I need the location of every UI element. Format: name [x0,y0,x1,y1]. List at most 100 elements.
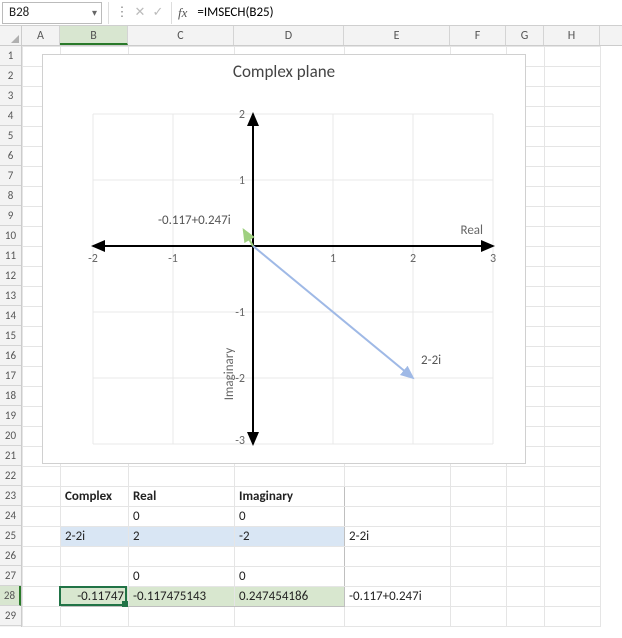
cell[interactable] [451,487,507,507]
col-header-H[interactable]: H [544,26,600,45]
cell[interactable] [129,607,235,627]
cell[interactable] [507,507,545,527]
cell[interactable] [507,467,545,487]
cell[interactable] [23,507,61,527]
row-header[interactable]: 11 [0,246,21,266]
row-header[interactable]: 21 [0,446,21,466]
row-header[interactable]: 2 [0,66,21,86]
row-header[interactable]: 6 [0,146,21,166]
row-header[interactable]: 9 [0,206,21,226]
cell[interactable] [61,467,129,487]
row-header[interactable]: 13 [0,286,21,306]
row-header[interactable]: 14 [0,306,21,326]
cell[interactable] [451,567,507,587]
cell[interactable] [61,547,129,567]
fx-icon[interactable]: fx [172,5,193,21]
cell[interactable] [545,387,601,407]
cell[interactable] [451,547,507,567]
cell[interactable] [545,227,601,247]
cell[interactable] [23,527,61,547]
row-header[interactable]: 29 [0,606,21,626]
row-header[interactable]: 20 [0,426,21,446]
cancel-icon[interactable]: ✕ [133,5,147,20]
row-header[interactable]: 12 [0,266,21,286]
col-header-F[interactable]: F [450,26,506,45]
select-all-triangle[interactable] [0,26,22,45]
cells-area[interactable]: ComplexRealImaginary002-2i2-22-2i00-0.11… [22,46,622,627]
cell[interactable] [345,567,451,587]
cell[interactable] [507,527,545,547]
cell[interactable] [345,547,451,567]
cell[interactable] [545,67,601,87]
chart-complex-plane[interactable]: Complex plane [42,54,526,464]
cell[interactable] [545,547,601,567]
more-icon[interactable]: ⋮ [115,5,129,20]
cell[interactable] [23,487,61,507]
col-header-G[interactable]: G [506,26,544,45]
cell[interactable] [507,487,545,507]
cell[interactable] [235,467,345,487]
cell[interactable]: 2 [129,527,235,547]
cell[interactable] [129,467,235,487]
cell[interactable]: 0 [129,507,235,527]
cell[interactable] [545,407,601,427]
row-header[interactable]: 16 [0,346,21,366]
cell[interactable] [545,167,601,187]
cell[interactable] [345,607,451,627]
cell[interactable] [23,547,61,567]
cell[interactable] [545,267,601,287]
cell[interactable]: -0.117475143 [129,587,235,607]
cell[interactable] [545,527,601,547]
cell[interactable]: -0.117+0.247i [345,587,451,607]
cell[interactable] [451,587,507,607]
cell[interactable] [61,607,129,627]
cell[interactable] [545,447,601,467]
row-header[interactable]: 27 [0,566,21,586]
cell[interactable]: 0 [129,567,235,587]
col-header-D[interactable]: D [234,26,344,45]
cell[interactable] [129,547,235,567]
cell[interactable] [545,307,601,327]
cell[interactable] [545,467,601,487]
cell[interactable]: Complex [61,487,129,507]
row-header[interactable]: 3 [0,86,21,106]
col-header-E[interactable]: E [344,26,450,45]
row-header[interactable]: 18 [0,386,21,406]
cell[interactable] [507,547,545,567]
row-header[interactable]: 26 [0,546,21,566]
row-header[interactable]: 8 [0,186,21,206]
cell[interactable] [545,607,601,627]
cell[interactable] [451,527,507,547]
cell[interactable] [545,507,601,527]
row-header[interactable]: 19 [0,406,21,426]
cell[interactable] [451,507,507,527]
cell[interactable]: Imaginary [235,487,345,507]
cell[interactable]: -2 [235,527,345,547]
row-header[interactable]: 5 [0,126,21,146]
cell[interactable] [545,287,601,307]
name-box[interactable]: B28 ▾ [2,2,102,24]
col-header-A[interactable]: A [22,26,60,45]
col-header-B[interactable]: B [60,26,128,45]
cell[interactable] [545,567,601,587]
cell[interactable] [545,147,601,167]
cell[interactable] [545,487,601,507]
cell[interactable] [545,327,601,347]
cell[interactable] [61,567,129,587]
chevron-down-icon[interactable]: ▾ [92,6,97,19]
cell[interactable] [507,607,545,627]
cell[interactable] [545,347,601,367]
row-header[interactable]: 1 [0,46,21,66]
cell[interactable] [61,507,129,527]
cell[interactable] [545,247,601,267]
cell[interactable] [507,587,545,607]
cell[interactable]: Real [129,487,235,507]
row-header[interactable]: 25 [0,526,21,546]
cell[interactable]: 2-2i [61,527,129,547]
cell[interactable] [545,47,601,67]
cell[interactable] [545,107,601,127]
cell[interactable]: 0.247454186 [235,587,345,607]
row-header[interactable]: 4 [0,106,21,126]
cell[interactable] [23,467,61,487]
cell[interactable]: -0.11747 [61,587,129,607]
